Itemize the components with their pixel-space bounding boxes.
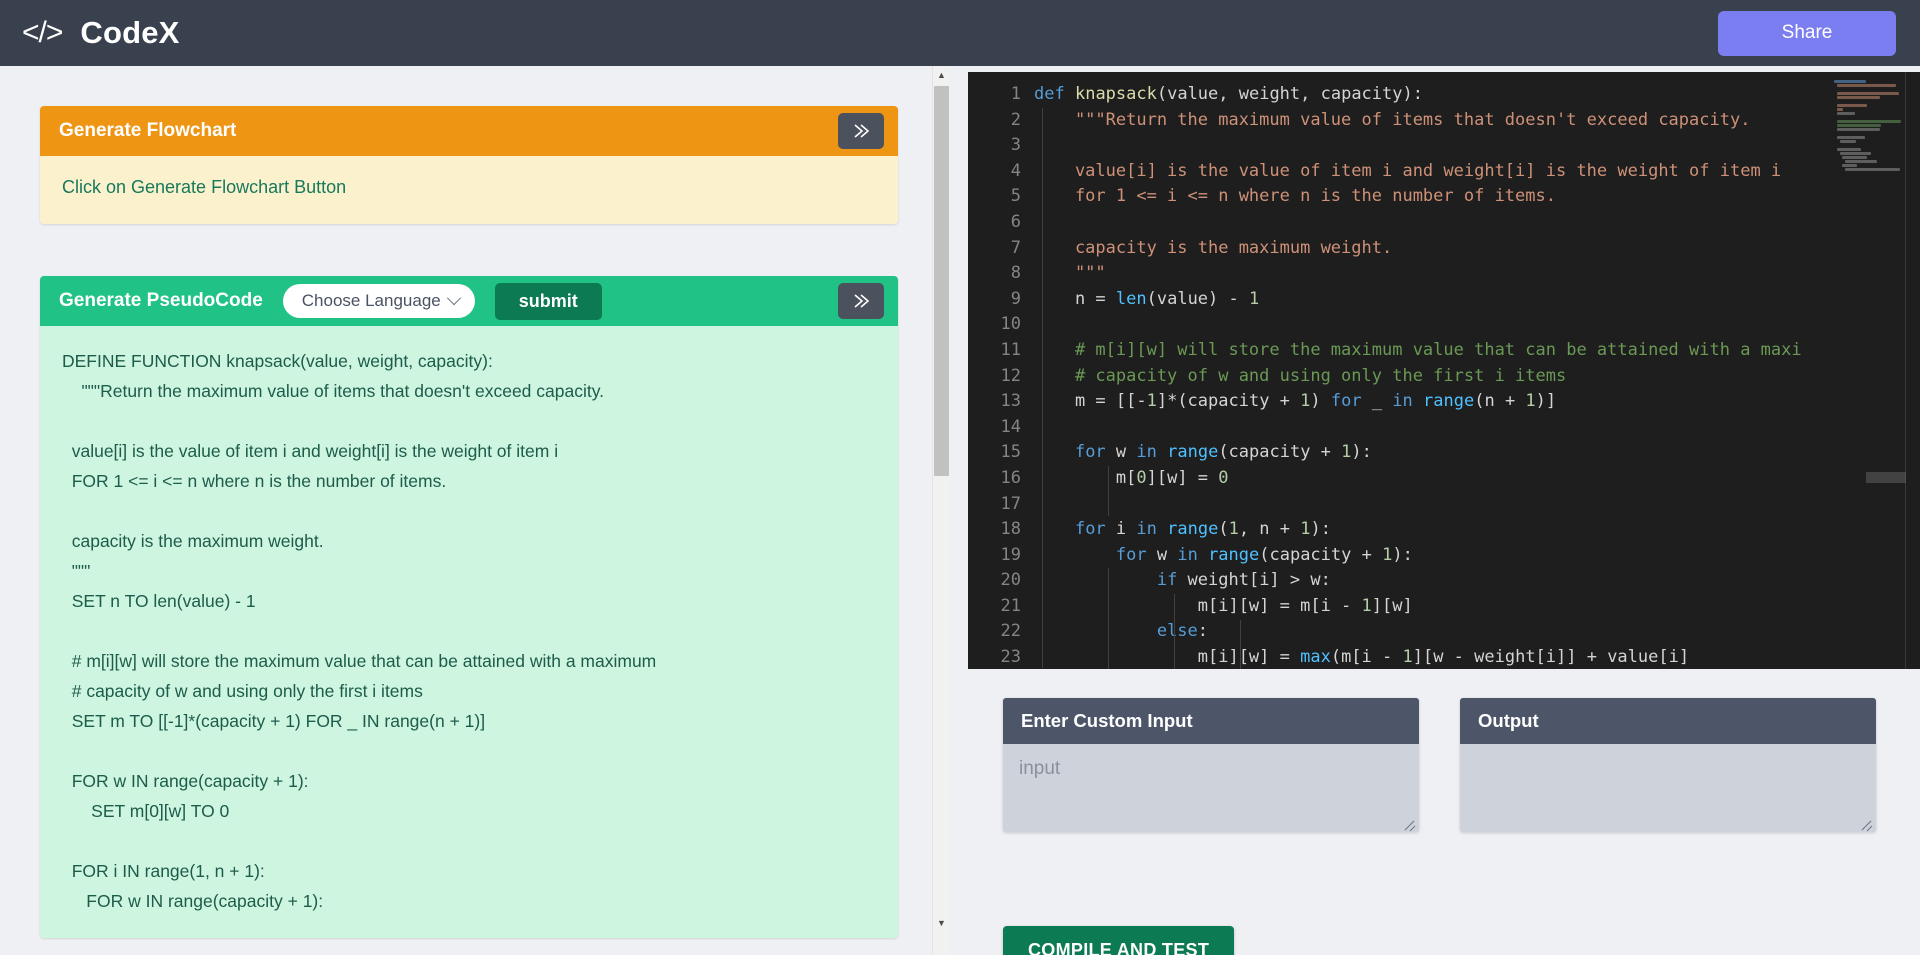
output-field[interactable] [1460, 744, 1876, 832]
code-brackets-icon: </> [22, 16, 63, 49]
line-number: 18 [1000, 519, 1021, 540]
line-number: 16 [1000, 467, 1021, 488]
line-number: 5 [1010, 186, 1021, 207]
share-button[interactable]: Share [1718, 10, 1896, 56]
code-line[interactable]: value[i] is the value of item i and weig… [1034, 159, 1920, 185]
line-number: 10 [1000, 314, 1021, 335]
line-number: 23 [1000, 647, 1021, 668]
custom-input-title: Enter Custom Input [1003, 698, 1419, 744]
scroll-down-arrow[interactable]: ▼ [933, 914, 950, 931]
flowchart-message: Click on Generate Flowchart Button [40, 156, 898, 224]
line-number: 12 [1000, 365, 1021, 386]
code-line[interactable]: m = [[-1]*(capacity + 1) for _ in range(… [1034, 389, 1920, 415]
code-line[interactable]: """ [1034, 261, 1920, 287]
generate-flowchart-card: Generate Flowchart Click on Generate Flo… [40, 106, 898, 224]
resize-grip-icon[interactable] [1402, 816, 1416, 830]
line-number: 3 [1010, 135, 1021, 156]
line-number: 21 [1000, 595, 1021, 616]
line-number: 1 [1010, 84, 1021, 104]
left-pane: Generate Flowchart Click on Generate Flo… [0, 66, 963, 955]
code-line[interactable]: if weight[i] > w: [1034, 568, 1920, 594]
pseudocode-content: DEFINE FUNCTION knapsack(value, weight, … [40, 326, 898, 938]
brand: </> CodeX [22, 15, 180, 51]
line-number: 2 [1010, 109, 1021, 130]
chevron-down-icon [446, 291, 461, 306]
double-chevron-right-icon [850, 121, 872, 141]
indent-guide [1240, 620, 1241, 669]
resize-grip-icon[interactable] [1859, 816, 1873, 830]
custom-input-field[interactable]: input [1003, 744, 1419, 832]
code-line[interactable]: m[i][w] = max(m[i - 1][w - weight[i]] + … [1034, 645, 1920, 669]
line-number: 4 [1010, 160, 1021, 181]
line-number: 11 [1000, 339, 1021, 360]
line-number: 13 [1000, 391, 1021, 412]
pseudocode-card-header: Generate PseudoCode Choose Language subm… [40, 276, 898, 326]
code-line[interactable]: m[0][w] = 0 [1034, 466, 1920, 492]
flowchart-title: Generate Flowchart [59, 120, 237, 141]
line-number: 8 [1010, 263, 1021, 284]
code-line[interactable]: # capacity of w and using only the first… [1034, 364, 1920, 390]
code-line[interactable] [1034, 415, 1920, 441]
code-line[interactable] [1034, 133, 1920, 159]
compile-and-test-button[interactable]: COMPILE AND TEST [1003, 926, 1235, 955]
code-line[interactable]: capacity is the maximum weight. [1034, 236, 1920, 262]
output-title: Output [1460, 698, 1876, 744]
code-line[interactable]: for i in range(1, n + 1): [1034, 517, 1920, 543]
line-number: 14 [1000, 416, 1021, 437]
code-line[interactable]: for w in range(capacity + 1): [1034, 543, 1920, 569]
code-line[interactable] [1034, 492, 1920, 518]
pseudocode-title: Generate PseudoCode [59, 290, 263, 311]
app-title: CodeX [80, 15, 180, 50]
line-number: 22 [1000, 621, 1021, 642]
code-line[interactable] [1034, 312, 1920, 338]
language-select[interactable]: Choose Language [282, 284, 475, 318]
line-number: 19 [1000, 544, 1021, 565]
editor-surface[interactable]: 1 2 3 4 5 6 7 8 9 10 11 12 13 14 15 16 17 18 19 20 21 22 23 de… [968, 82, 1920, 669]
indent-guide [1042, 107, 1043, 668]
left-scroll-content: Generate Flowchart Click on Generate Flo… [0, 66, 933, 955]
scrollbar-thumb[interactable] [934, 86, 949, 476]
indent-guide [1108, 568, 1109, 669]
line-number-gutter: 1 2 3 4 5 6 7 8 9 10 11 12 13 14 15 16 17 18 19 20 21 22 23 [968, 82, 1034, 669]
generate-pseudocode-run-button[interactable] [838, 283, 884, 319]
indent-guide [1108, 466, 1109, 516]
code-line[interactable]: for 1 <= i <= n where n is the number of… [1034, 184, 1920, 210]
code-content[interactable]: def knapsack(value, weight, capacity): "… [1034, 82, 1920, 669]
line-number: 17 [1000, 493, 1021, 514]
editor-vertical-scrollbar[interactable] [1906, 72, 1920, 669]
double-chevron-right-icon [850, 291, 872, 311]
editor-horizontal-scrollbar[interactable] [1866, 472, 1906, 483]
language-select-value: Choose Language [301, 291, 441, 310]
scroll-up-arrow[interactable]: ▲ [933, 66, 950, 83]
code-line[interactable]: m[i][w] = m[i - 1][w] [1034, 594, 1920, 620]
editor-minimap[interactable] [1834, 80, 1906, 175]
generate-flowchart-run-button[interactable] [838, 113, 884, 149]
code-line[interactable]: """Return the maximum value of items tha… [1034, 108, 1920, 134]
indent-guide [1174, 594, 1175, 669]
io-row: Enter Custom Input input Output [963, 698, 1876, 832]
main-split: Generate Flowchart Click on Generate Flo… [0, 66, 1920, 955]
flowchart-card-header: Generate Flowchart [40, 106, 898, 156]
line-number: 7 [1010, 237, 1021, 258]
line-number: 9 [1010, 288, 1021, 309]
custom-input-placeholder: input [1019, 758, 1061, 779]
code-line[interactable]: for w in range(capacity + 1): [1034, 440, 1920, 466]
code-line[interactable]: n = len(value) - 1 [1034, 287, 1920, 313]
code-editor[interactable]: 1 2 3 4 5 6 7 8 9 10 11 12 13 14 15 16 17 18 19 20 21 22 23 de… [968, 72, 1920, 669]
line-number: 20 [1000, 570, 1021, 591]
right-pane: 1 2 3 4 5 6 7 8 9 10 11 12 13 14 15 16 17 18 19 20 21 22 23 de… [963, 66, 1920, 955]
left-pane-scrollbar[interactable]: ▲ ▼ [932, 66, 949, 955]
code-line[interactable]: else: [1034, 619, 1920, 645]
app-header: </> CodeX Share [0, 0, 1920, 66]
output-panel: Output [1460, 698, 1876, 832]
code-line[interactable]: # m[i][w] will store the maximum value t… [1034, 338, 1920, 364]
generate-pseudocode-card: Generate PseudoCode Choose Language subm… [40, 276, 898, 938]
custom-input-panel: Enter Custom Input input [1003, 698, 1419, 832]
line-number: 15 [1000, 442, 1021, 463]
code-line[interactable]: def knapsack(value, weight, capacity): [1034, 82, 1920, 108]
editor-top-strip [968, 72, 1920, 82]
code-line[interactable] [1034, 210, 1920, 236]
line-number: 6 [1010, 211, 1021, 232]
submit-button[interactable]: submit [494, 282, 602, 320]
